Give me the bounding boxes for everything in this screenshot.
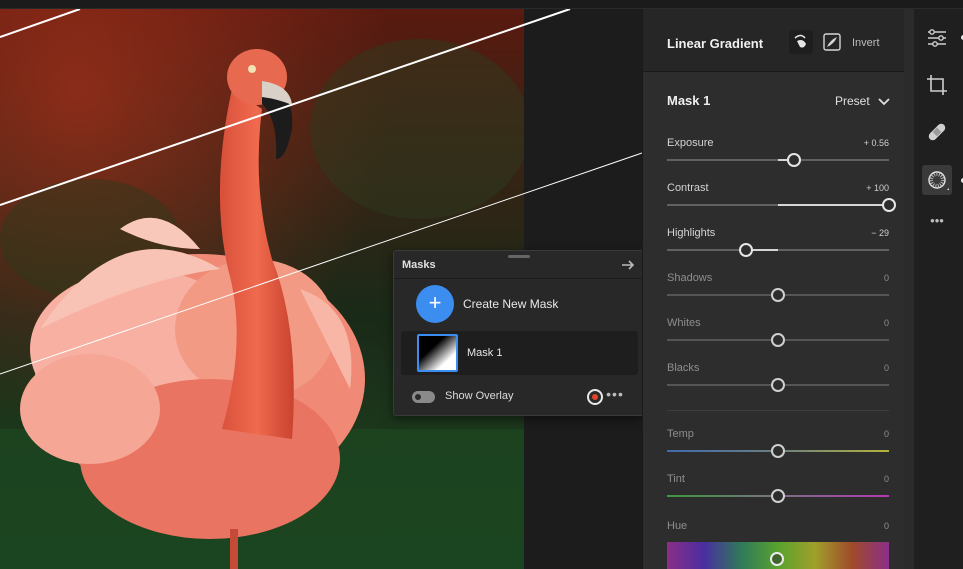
overlay-color-swatch[interactable] <box>587 389 603 405</box>
panel-header: Linear Gradient Invert <box>643 9 904 72</box>
brush-icon <box>794 34 806 48</box>
brush-add-button[interactable] <box>789 30 813 54</box>
highlights-slider[interactable]: Highlights − 29 <box>667 227 889 267</box>
slider-value[interactable]: − 29 <box>871 228 889 238</box>
brush-subtract-button[interactable] <box>820 30 844 54</box>
create-mask-button[interactable]: + <box>416 285 454 323</box>
create-new-mask[interactable]: + Create New Mask <box>394 285 643 325</box>
top-bar <box>0 0 963 9</box>
masks-panel-header[interactable]: Masks <box>394 251 643 279</box>
hue-slider-header: Hue 0 <box>667 520 889 540</box>
collapse-arrow-icon[interactable] <box>619 256 637 274</box>
slider-value[interactable]: 0 <box>884 521 889 531</box>
chevron-down-icon[interactable] <box>878 97 890 107</box>
mask-edit-panel: Linear Gradient Invert Mask 1 Preset Exp… <box>642 9 904 569</box>
tint-slider[interactable]: Tint 0 <box>667 473 889 513</box>
masks-panel: Masks + Create New Mask Mask 1 Show Over… <box>393 250 644 416</box>
slider-value[interactable]: + 0.56 <box>864 138 889 148</box>
masks-panel-title: Masks <box>402 259 436 271</box>
slider-label: Temp <box>667 428 694 440</box>
blacks-slider[interactable]: Blacks 0 <box>667 362 889 402</box>
slider-thumb[interactable] <box>882 198 896 212</box>
slider-label: Tint <box>667 473 685 485</box>
temp-slider[interactable]: Temp 0 <box>667 428 889 468</box>
bandage-icon <box>928 123 946 141</box>
show-overlay-row: Show Overlay ••• <box>394 385 643 409</box>
edit-tool[interactable] <box>922 23 952 53</box>
exposure-slider[interactable]: Exposure + 0.56 <box>667 137 889 177</box>
slider-thumb[interactable] <box>771 489 785 503</box>
contrast-slider[interactable]: Contrast + 100 <box>667 182 896 222</box>
subtract-brush-icon <box>823 33 841 51</box>
sliders-icon <box>928 29 946 47</box>
masking-tool[interactable] <box>922 165 952 195</box>
slider-thumb[interactable] <box>771 288 785 302</box>
slider-label: Highlights <box>667 227 716 239</box>
invert-button[interactable]: Invert <box>852 37 880 49</box>
mask-list-item[interactable]: Mask 1 <box>401 331 638 375</box>
section-divider <box>667 410 889 411</box>
slider-thumb[interactable] <box>771 444 785 458</box>
slider-thumb[interactable] <box>739 243 753 257</box>
panel-title: Linear Gradient <box>667 36 764 51</box>
slider-label: Contrast <box>667 182 709 194</box>
mask-item-label: Mask 1 <box>467 347 503 359</box>
slider-thumb[interactable] <box>771 333 785 347</box>
whites-slider[interactable]: Whites 0 <box>667 317 889 357</box>
slider-value[interactable]: 0 <box>884 273 889 283</box>
preset-dropdown[interactable]: Preset <box>835 94 870 108</box>
slider-value[interactable]: 0 <box>884 318 889 328</box>
create-mask-label[interactable]: Create New Mask <box>463 297 558 311</box>
more-icon[interactable]: ••• <box>922 207 952 237</box>
crop-icon <box>927 75 947 95</box>
slider-value[interactable]: 0 <box>884 474 889 484</box>
more-options-icon[interactable]: ••• <box>605 387 625 405</box>
slider-value[interactable]: + 100 <box>866 183 889 193</box>
show-overlay-label: Show Overlay <box>445 390 514 402</box>
mask-name: Mask 1 <box>667 93 711 108</box>
shadows-slider[interactable]: Shadows 0 <box>667 272 889 312</box>
drag-handle[interactable] <box>508 255 530 258</box>
show-overlay-toggle[interactable] <box>412 391 435 403</box>
mask-thumbnail[interactable] <box>417 334 458 372</box>
slider-label: Exposure <box>667 137 714 149</box>
slider-label: Whites <box>667 317 701 329</box>
slider-thumb[interactable] <box>787 153 801 167</box>
slider-value[interactable]: 0 <box>884 363 889 373</box>
slider-thumb[interactable] <box>771 378 785 392</box>
healing-tool[interactable] <box>922 117 952 147</box>
slider-value[interactable]: 0 <box>884 429 889 439</box>
slider-label: Blacks <box>667 362 700 374</box>
crop-tool[interactable] <box>922 70 952 100</box>
hue-thumb[interactable] <box>770 552 784 566</box>
slider-label: Hue <box>667 520 688 532</box>
mask-icon <box>928 171 949 190</box>
tool-strip: ••• <box>904 9 963 569</box>
slider-label: Shadows <box>667 272 713 284</box>
